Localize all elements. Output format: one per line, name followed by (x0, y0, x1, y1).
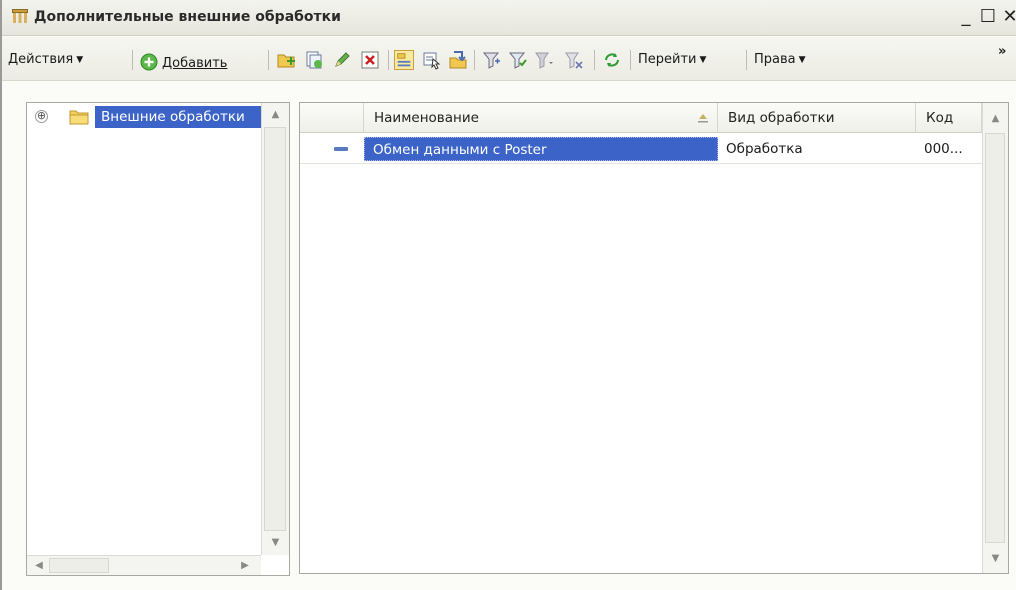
goto-label: Перейти (638, 52, 697, 67)
add-group-icon[interactable] (276, 50, 296, 70)
toolbar-separator (746, 50, 747, 70)
filter-value-icon[interactable] (508, 50, 528, 70)
column-header-kind[interactable]: Вид обработки (718, 103, 916, 133)
tree-vertical-scrollbar[interactable]: ▲ ▼ (261, 103, 289, 555)
edit-icon[interactable] (332, 50, 352, 70)
tree-root-row[interactable]: ⊕ Внешние обработки (27, 106, 261, 128)
groups-tree[interactable]: ⊕ Внешние обработки ▲ ▼ ◀ ▶ (26, 102, 290, 576)
cell-code[interactable]: 000... (916, 137, 982, 161)
toolbar-overflow-button[interactable]: » (998, 41, 1006, 63)
column-header-kind-label: Вид обработки (728, 110, 835, 126)
rights-label: Права (754, 52, 796, 67)
cell-kind[interactable]: Обработка (718, 137, 916, 161)
maximize-button[interactable]: ☐ (976, 6, 1000, 30)
minimize-button[interactable]: _ (954, 6, 978, 30)
column-header-marker[interactable] (300, 103, 364, 133)
hierarchy-icon[interactable] (394, 50, 414, 70)
move-to-group-icon[interactable] (448, 50, 468, 70)
rights-menu-button[interactable]: Права ▼ (754, 49, 806, 71)
catalog-icon (12, 9, 28, 23)
actions-label: Действия (8, 52, 74, 67)
toolbar-separator (630, 50, 631, 70)
filter-icon[interactable] (482, 50, 502, 70)
window-title: Дополнительные внешние обработки (34, 9, 341, 25)
toolbar-separator (388, 50, 389, 70)
list-header: Наименование Вид обработки Код (300, 103, 982, 133)
scroll-down-arrow[interactable]: ▼ (262, 533, 289, 553)
actions-menu-button[interactable]: Действия ▼ (8, 49, 83, 71)
list-vertical-scrollbar[interactable]: ▲ ▼ (982, 103, 1008, 573)
add-icon (140, 53, 158, 71)
scroll-up-arrow[interactable]: ▲ (262, 105, 289, 125)
chevron-down-icon: ▼ (798, 55, 806, 65)
delete-icon[interactable] (360, 50, 380, 70)
tree-horizontal-scrollbar[interactable]: ◀ ▶ (27, 555, 261, 575)
column-header-code-label: Код (926, 110, 954, 126)
sort-ascending-icon (698, 114, 708, 123)
scroll-up-arrow[interactable]: ▲ (983, 109, 1008, 129)
table-row[interactable]: Обмен данными с Poster Обработка 000... (300, 134, 982, 164)
toolbar-separator (268, 50, 269, 70)
select-icon[interactable] (422, 50, 442, 70)
clear-filter-icon[interactable] (564, 50, 584, 70)
toolbar-separator (594, 50, 595, 70)
processing-list[interactable]: Наименование Вид обработки Код Обмен дан… (299, 102, 1009, 574)
refresh-icon[interactable] (602, 50, 622, 70)
scroll-left-arrow[interactable]: ◀ (31, 556, 47, 576)
scroll-thumb[interactable] (985, 133, 1005, 543)
copy-icon[interactable] (304, 50, 324, 70)
column-header-name-label: Наименование (374, 110, 479, 126)
chevron-down-icon: ▼ (699, 55, 707, 65)
toolbar-separator (474, 50, 475, 70)
cell-name[interactable]: Обмен данными с Poster (364, 137, 718, 161)
more-icon: » (998, 44, 1007, 59)
element-icon (334, 147, 348, 151)
processing-window: Дополнительные внешние обработки _ ☐ ✕ Д… (0, 0, 1016, 590)
tree-root-label: Внешние обработки (95, 106, 261, 128)
expand-icon[interactable]: ⊕ (35, 110, 48, 123)
scroll-down-arrow[interactable]: ▼ (983, 549, 1008, 569)
scroll-right-arrow[interactable]: ▶ (237, 556, 253, 576)
column-header-code[interactable]: Код (916, 103, 982, 133)
column-header-name[interactable]: Наименование (364, 103, 718, 133)
chevron-down-icon: ▼ (76, 55, 84, 65)
toolbar: Действия ▼ Добавить Перейти ▼ Права ▼ » (2, 37, 1016, 81)
title-bar[interactable]: Дополнительные внешние обработки _ ☐ ✕ (2, 0, 1016, 36)
filter-dropdown-icon[interactable] (534, 50, 554, 70)
add-button[interactable]: Добавить (140, 49, 227, 71)
goto-menu-button[interactable]: Перейти ▼ (638, 49, 706, 71)
folder-icon (69, 110, 89, 125)
scroll-thumb[interactable] (264, 127, 286, 531)
scroll-thumb[interactable] (49, 558, 109, 573)
close-button[interactable]: ✕ (998, 6, 1016, 30)
add-label: Добавить (162, 56, 228, 71)
toolbar-separator (132, 50, 133, 70)
